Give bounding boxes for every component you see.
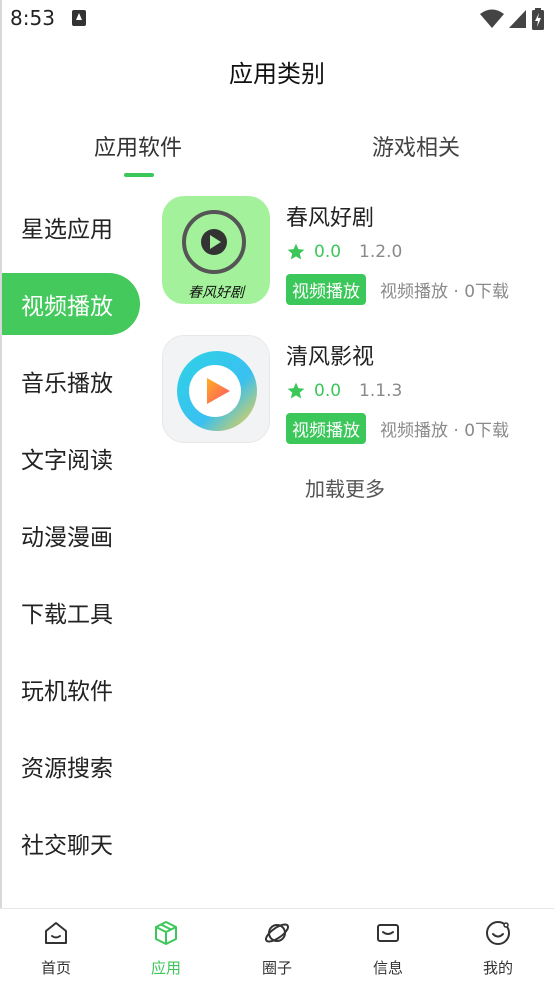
bottom-nav: 首页 应用 圈子 信息 我的 xyxy=(0,908,554,986)
cube-icon xyxy=(155,921,177,945)
app-list-item[interactable]: 清风影视 0.0 1.1.3 视频播放 视频播放 · 0下载 xyxy=(162,335,542,445)
nav-label: 圈子 xyxy=(261,959,292,977)
nav-home[interactable]: 首页 xyxy=(16,919,96,978)
app-meta: 视频播放 · 0下载 xyxy=(380,282,510,302)
app-icon: 春风好剧 xyxy=(162,196,270,304)
app-version: 1.1.3 xyxy=(359,381,403,401)
sidebar-item-reading[interactable]: 文字阅读 xyxy=(2,427,140,489)
notification-a-icon xyxy=(72,10,86,26)
app-icon-text: 春风好剧 xyxy=(188,285,244,301)
status-bar: 8:53 xyxy=(0,0,554,38)
app-meta-row: 视频播放 视频播放 · 0下载 xyxy=(286,413,509,444)
profile-icon xyxy=(486,921,510,945)
app-meta-row: 视频播放 视频播放 · 0下载 xyxy=(286,274,509,305)
nav-label: 应用 xyxy=(150,959,181,977)
nav-circle[interactable]: 圈子 xyxy=(237,919,317,978)
app-meta: 视频播放 · 0下载 xyxy=(380,421,510,441)
sidebar-item-download[interactable]: 下载工具 xyxy=(2,581,140,643)
planet-icon xyxy=(264,923,290,943)
wifi-icon xyxy=(480,9,504,28)
nav-profile[interactable]: 我的 xyxy=(458,919,538,978)
message-icon xyxy=(377,924,399,942)
app-rating-row: 0.0 1.1.3 xyxy=(286,381,402,401)
nav-label: 首页 xyxy=(40,959,71,977)
tab-active-indicator xyxy=(124,173,154,177)
category-tag: 视频播放 xyxy=(286,413,366,444)
sidebar-item-social[interactable]: 社交聊天 xyxy=(2,812,140,874)
category-tabs: 应用软件 游戏相关 xyxy=(0,130,554,180)
sidebar-item-search[interactable]: 资源搜索 xyxy=(2,735,140,797)
battery-charging-icon xyxy=(532,8,544,30)
app-rating: 0.0 xyxy=(314,242,342,262)
nav-label: 信息 xyxy=(372,959,403,977)
app-list-item[interactable]: 春风好剧 春风好剧 0.0 1.2.0 视频播放 视频播放 · 0下载 xyxy=(162,196,542,306)
sidebar-item-anime[interactable]: 动漫漫画 xyxy=(2,504,140,566)
sidebar-item-video[interactable]: 视频播放 xyxy=(2,273,140,335)
nav-label: 我的 xyxy=(482,959,513,977)
system-icons xyxy=(480,8,544,30)
star-icon xyxy=(287,382,305,399)
app-rating: 0.0 xyxy=(314,381,342,401)
app-name: 春风好剧 xyxy=(286,206,375,231)
app-version: 1.2.0 xyxy=(359,242,403,262)
signal-icon xyxy=(509,10,526,28)
app-name: 清风影视 xyxy=(286,345,375,370)
sidebar-item-starred[interactable]: 星选应用 xyxy=(2,196,140,258)
star-icon xyxy=(287,243,305,260)
tab-games[interactable]: 游戏相关 xyxy=(372,130,460,162)
home-icon xyxy=(45,922,67,944)
sidebar-item-tools[interactable]: 玩机软件 xyxy=(2,658,140,720)
app-rating-row: 0.0 1.2.0 xyxy=(286,242,402,262)
app-icon xyxy=(162,335,270,443)
sidebar-item-music[interactable]: 音乐播放 xyxy=(2,350,140,412)
tab-apps[interactable]: 应用软件 xyxy=(94,130,182,162)
nav-messages[interactable]: 信息 xyxy=(348,919,428,978)
status-time: 8:53 xyxy=(10,6,55,30)
page-title: 应用类别 xyxy=(229,60,325,88)
load-more-button[interactable]: 加载更多 xyxy=(305,473,385,502)
nav-apps[interactable]: 应用 xyxy=(126,919,206,978)
category-tag: 视频播放 xyxy=(286,274,366,305)
play-gradient-icon xyxy=(177,351,257,431)
